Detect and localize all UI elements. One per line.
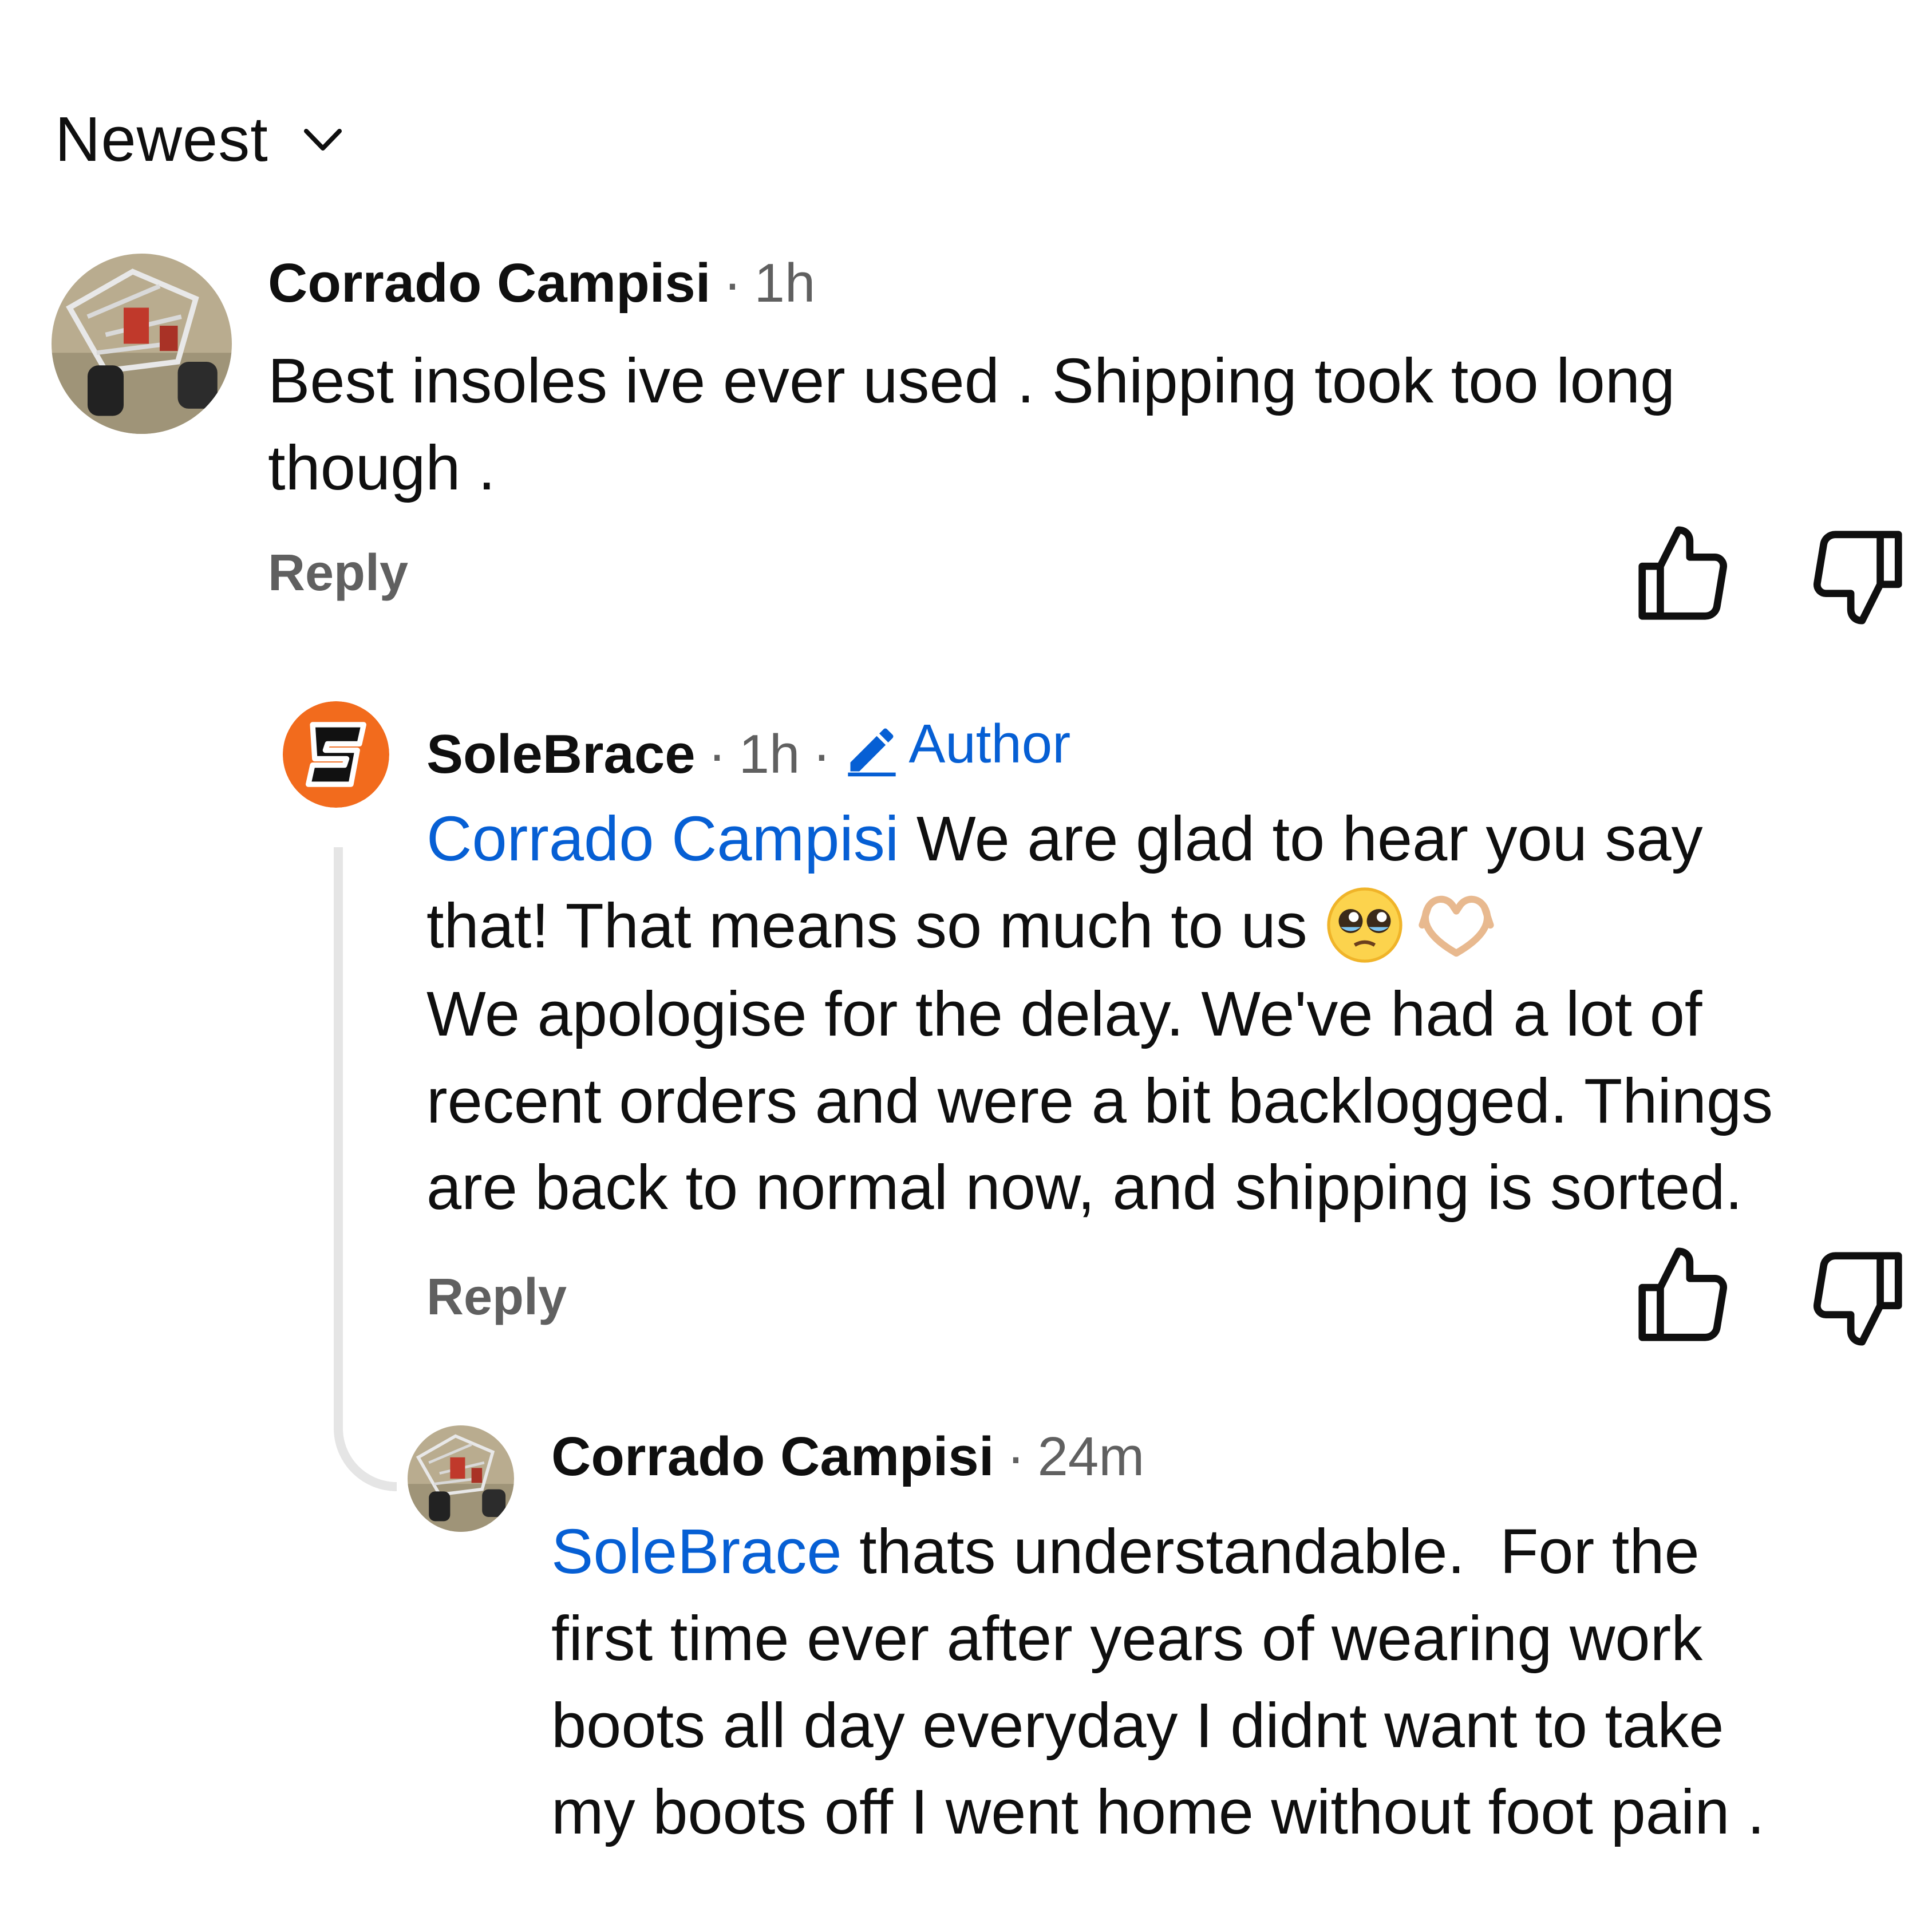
author-badge-label: Author bbox=[908, 713, 1071, 775]
mention-link[interactable]: Corrado Campisi bbox=[426, 804, 899, 874]
thumbs-up-icon[interactable] bbox=[1629, 521, 1737, 630]
comment-timestamp[interactable]: 24m bbox=[1037, 1425, 1144, 1488]
sort-dropdown[interactable]: Newest bbox=[55, 103, 343, 176]
comment-text: SoleBrace thats understandable. For the … bbox=[551, 1516, 1765, 1848]
author-badge: Author bbox=[843, 713, 1071, 777]
comment-text: Corrado Campisi We are glad to hear you … bbox=[426, 804, 1773, 1223]
separator-dot: · bbox=[812, 724, 831, 785]
pencil-icon bbox=[848, 728, 896, 777]
chevron-down-icon bbox=[303, 125, 343, 154]
avatar[interactable] bbox=[283, 701, 389, 808]
separator-dot: · bbox=[1006, 1426, 1025, 1487]
pleading-face-emoji bbox=[1325, 885, 1405, 965]
comment-author[interactable]: Corrado Campisi bbox=[268, 252, 710, 315]
separator-dot: · bbox=[723, 252, 742, 314]
heart-hands-emoji bbox=[1416, 885, 1496, 965]
sort-label: Newest bbox=[55, 104, 268, 175]
mention-link[interactable]: SoleBrace bbox=[551, 1516, 842, 1587]
thumbs-up-icon[interactable] bbox=[1629, 1242, 1737, 1351]
thread-connector bbox=[334, 847, 397, 1491]
separator-dot: · bbox=[708, 724, 726, 785]
avatar[interactable] bbox=[408, 1425, 514, 1532]
comment-text: Best insoles ive ever used . Shipping to… bbox=[268, 346, 1676, 503]
comment-timestamp[interactable]: 1h bbox=[754, 252, 815, 315]
reply-button[interactable]: Reply bbox=[426, 1268, 567, 1327]
avatar[interactable] bbox=[52, 254, 232, 434]
comment-author[interactable]: SoleBrace bbox=[426, 723, 696, 786]
comment-timestamp[interactable]: 1h bbox=[739, 723, 800, 786]
thumbs-down-icon[interactable] bbox=[1803, 1242, 1912, 1351]
comment-author[interactable]: Corrado Campisi bbox=[551, 1425, 994, 1488]
thumbs-down-icon[interactable] bbox=[1803, 521, 1912, 630]
reply-button[interactable]: Reply bbox=[268, 544, 408, 603]
